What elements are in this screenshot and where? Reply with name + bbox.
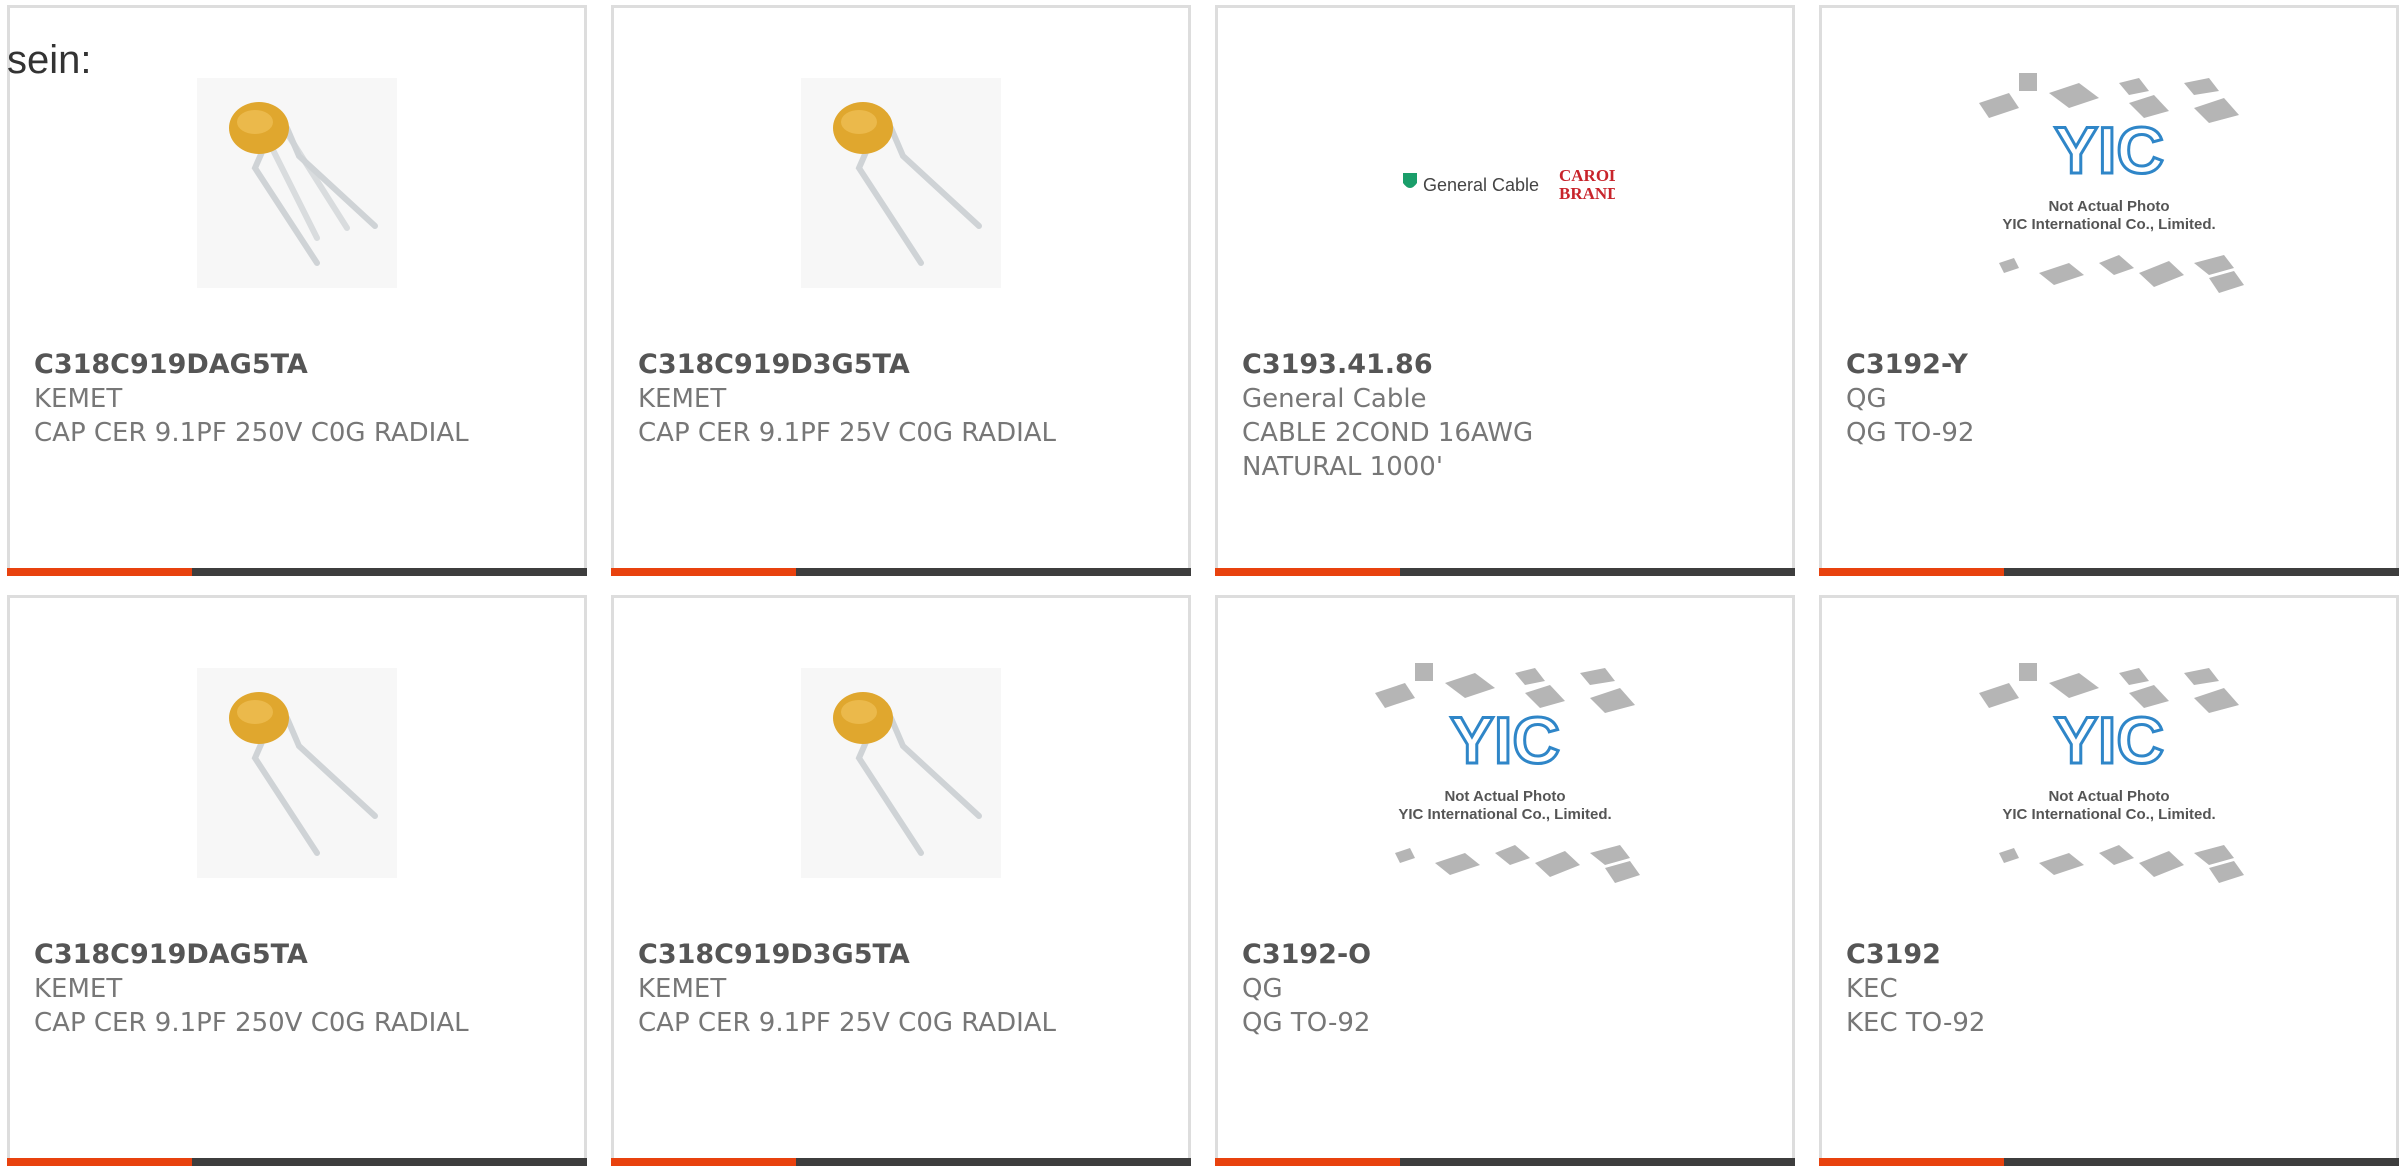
svg-text:YIC International Co., Limited: YIC International Co., Limited. — [2002, 806, 2215, 823]
product-image[interactable] — [614, 663, 1188, 883]
product-card[interactable]: C318C919DAG5TA KEMET CAP CER 9.1PF 250V … — [7, 5, 587, 576]
card-footer-bar — [7, 1158, 587, 1166]
part-number[interactable]: C318C919DAG5TA — [34, 938, 560, 972]
product-image[interactable]: General Cable CAROL BRAND — [1218, 73, 1792, 293]
product-card[interactable]: YIC Not Actual Photo YIC International C… — [1819, 595, 2399, 1166]
svg-text:BRAND: BRAND — [1559, 184, 1615, 203]
yic-placeholder-image: YIC Not Actual Photo YIC International C… — [1979, 73, 2244, 293]
manufacturer: General Cable — [1242, 384, 1427, 414]
product-card[interactable]: YIC Not Actual Photo YIC International C… — [1819, 5, 2399, 576]
description: CAP CER 9.1PF 25V C0G RADIAL — [638, 418, 1057, 448]
description: KEC TO-92 — [1846, 1008, 1986, 1038]
manufacturer: KEMET — [34, 974, 123, 1004]
svg-text:Not Actual Photo: Not Actual Photo — [1444, 788, 1565, 805]
svg-text:YIC International Co., Limited: YIC International Co., Limited. — [2002, 216, 2215, 233]
svg-text:CAROL: CAROL — [1559, 166, 1615, 185]
product-grid: C318C919DAG5TA KEMET CAP CER 9.1PF 250V … — [0, 0, 2400, 1166]
svg-text:YIC International Co., Limited: YIC International Co., Limited. — [1398, 806, 1611, 823]
yic-placeholder-image: YIC Not Actual Photo YIC International C… — [1375, 663, 1640, 883]
description: QG TO-92 — [1242, 1008, 1371, 1038]
card-footer-bar — [1819, 1158, 2399, 1166]
manufacturer: KEMET — [638, 974, 727, 1004]
card-footer-bar — [611, 568, 1191, 576]
manufacturer: KEMET — [34, 384, 123, 414]
ceramic-capacitor-image — [801, 668, 1001, 878]
part-number[interactable]: C3192-O — [1242, 938, 1768, 972]
product-image[interactable]: YIC Not Actual Photo YIC International C… — [1822, 73, 2396, 293]
product-image[interactable]: YIC Not Actual Photo YIC International C… — [1218, 663, 1792, 883]
description: CAP CER 9.1PF 250V C0G RADIAL — [34, 418, 469, 448]
part-number[interactable]: C318C919DAG5TA — [34, 348, 560, 382]
card-footer-bar — [1215, 1158, 1795, 1166]
yic-placeholder-image: YIC Not Actual Photo YIC International C… — [1979, 663, 2244, 883]
part-number[interactable]: C318C919D3G5TA — [638, 938, 1164, 972]
manufacturer: KEMET — [638, 384, 727, 414]
svg-text:YIC: YIC — [1450, 703, 1560, 777]
manufacturer: QG — [1242, 974, 1283, 1004]
manufacturer: KEC — [1846, 974, 1898, 1004]
svg-text:YIC: YIC — [2054, 113, 2164, 187]
lead-text: sein: — [7, 38, 92, 82]
part-number[interactable]: C3193.41.86 — [1242, 348, 1652, 382]
product-card[interactable]: C318C919D3G5TA KEMET CAP CER 9.1PF 25V C… — [611, 595, 1191, 1166]
description: CAP CER 9.1PF 250V C0G RADIAL — [34, 1008, 469, 1038]
part-number[interactable]: C3192 — [1846, 938, 2372, 972]
product-image[interactable]: YIC Not Actual Photo YIC International C… — [1822, 663, 2396, 883]
svg-text:General Cable: General Cable — [1423, 175, 1539, 195]
description: CAP CER 9.1PF 25V C0G RADIAL — [638, 1008, 1057, 1038]
card-footer-bar — [611, 1158, 1191, 1166]
product-card[interactable]: C318C919D3G5TA KEMET CAP CER 9.1PF 25V C… — [611, 5, 1191, 576]
product-image[interactable] — [10, 73, 584, 293]
card-footer-bar — [1215, 568, 1795, 576]
svg-text:Not Actual Photo: Not Actual Photo — [2048, 198, 2169, 215]
product-card[interactable]: General Cable CAROL BRAND C3193.41.86 Ge… — [1215, 5, 1795, 576]
ceramic-capacitor-image — [801, 78, 1001, 288]
manufacturer: QG — [1846, 384, 1887, 414]
product-image[interactable] — [614, 73, 1188, 293]
general-cable-logo: General Cable CAROL BRAND — [1403, 166, 1615, 203]
part-number[interactable]: C318C919D3G5TA — [638, 348, 1164, 382]
card-footer-bar — [7, 568, 587, 576]
product-card[interactable]: YIC Not Actual Photo YIC International C… — [1215, 595, 1795, 1166]
ceramic-capacitor-image — [197, 668, 397, 878]
card-footer-bar — [1819, 568, 2399, 576]
part-number[interactable]: C3192-Y — [1846, 348, 2372, 382]
product-card[interactable]: C318C919DAG5TA KEMET CAP CER 9.1PF 250V … — [7, 595, 587, 1166]
svg-text:YIC: YIC — [2054, 703, 2164, 777]
product-image[interactable] — [10, 663, 584, 883]
description: QG TO-92 — [1846, 418, 1975, 448]
ceramic-capacitor-image — [197, 78, 397, 288]
description: CABLE 2COND 16AWG NATURAL 1000' — [1242, 418, 1534, 482]
svg-text:Not Actual Photo: Not Actual Photo — [2048, 788, 2169, 805]
